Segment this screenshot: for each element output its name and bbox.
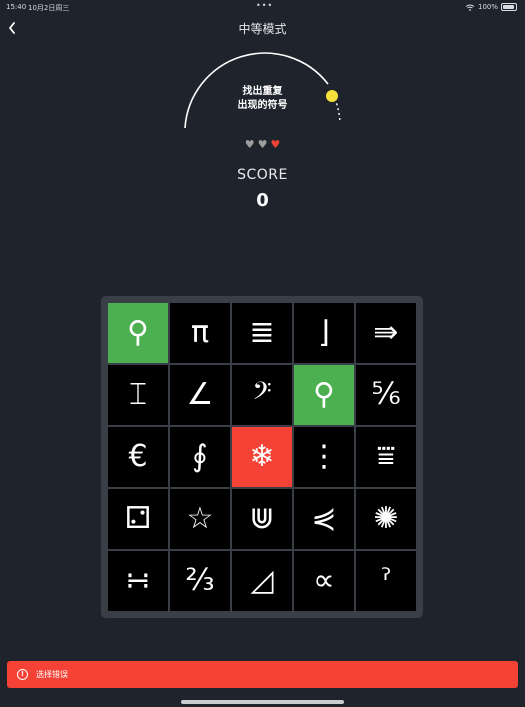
symbol-glyph: ✺ <box>373 501 399 536</box>
score-value: 0 <box>256 190 269 211</box>
error-banner: ! 选择错误 <box>7 661 518 688</box>
symbol-tile[interactable]: ◿ <box>232 551 292 611</box>
score-label: SCORE <box>237 167 288 183</box>
error-message: 选择错误 <box>36 670 68 679</box>
symbol-glyph: ⚁ <box>124 501 152 536</box>
symbol-glyph: 𝄢 <box>252 377 272 412</box>
symbol-tile[interactable]: ⅔ <box>170 551 230 611</box>
symbol-tile[interactable]: ⩸ <box>356 427 416 487</box>
symbol-glyph: ≣ <box>249 315 275 350</box>
symbol-glyph: ∮ <box>192 439 208 474</box>
symbol-glyph: ∠ <box>186 377 214 412</box>
timer-dot <box>326 90 338 102</box>
symbol-glyph: ⅚ <box>371 377 401 412</box>
symbol-board: ⚲ π ≣ ⌋ ⇛ ⌶ ∠ 𝄢 ⚲ ⅚ € ∮ ❄ ⋮ ⩸ ⚁ ☆ ⋓ ⋞ ✺ ∺ ⅔ ◿ ∝ ˀ <box>101 296 423 618</box>
symbol-glyph: ⇛ <box>373 315 399 350</box>
symbol-tile[interactable]: 𝄢 <box>232 365 292 425</box>
wifi-icon <box>465 4 475 11</box>
symbol-tile[interactable]: ⌶ <box>108 365 168 425</box>
heart-icon: ♥ <box>244 138 255 151</box>
symbol-glyph: ⅔ <box>185 563 215 598</box>
symbol-glyph: ∝ <box>313 563 335 598</box>
symbol-glyph: ◿ <box>250 563 274 598</box>
symbol-glyph: π <box>190 315 210 350</box>
symbol-tile[interactable]: ⚁ <box>108 489 168 549</box>
status-right: 100% <box>465 3 517 11</box>
symbol-tile[interactable]: ⅚ <box>356 365 416 425</box>
symbol-tile[interactable]: ∺ <box>108 551 168 611</box>
symbol-tile[interactable]: ⋓ <box>232 489 292 549</box>
page-title: 中等模式 <box>238 22 287 36</box>
symbol-tile[interactable]: ⌋ <box>294 303 354 363</box>
symbol-tile[interactable]: ⚲ <box>108 303 168 363</box>
multitask-dots[interactable]: ••• <box>256 1 273 10</box>
symbol-glyph: ⌋ <box>318 315 330 350</box>
symbol-glyph: ❄ <box>249 439 275 474</box>
status-date: 10月2日周三 <box>28 4 70 12</box>
symbol-grid: ⚲ π ≣ ⌋ ⇛ ⌶ ∠ 𝄢 ⚲ ⅚ € ∮ ❄ ⋮ ⩸ ⚁ ☆ ⋓ ⋞ ✺ ∺ ⅔ ◿ ∝ ˀ <box>108 303 416 611</box>
status-time: 15:40 <box>6 3 27 11</box>
prompt: 找出重复 出现的符号 <box>200 85 325 113</box>
heart-icon: ♥ <box>270 138 281 151</box>
symbol-tile[interactable]: ∝ <box>294 551 354 611</box>
symbol-glyph: ˀ <box>380 563 392 598</box>
lives: ♥ ♥ ♥ <box>0 139 525 151</box>
symbol-glyph: ⌶ <box>129 377 147 412</box>
symbol-tile[interactable]: ⇛ <box>356 303 416 363</box>
heart-icon: ♥ <box>257 138 268 151</box>
symbol-glyph: ∺ <box>125 563 151 598</box>
symbol-tile[interactable]: ˀ <box>356 551 416 611</box>
battery-percent: 100% <box>477 3 498 11</box>
battery-icon <box>501 3 517 11</box>
symbol-tile[interactable]: ☆ <box>170 489 230 549</box>
symbol-tile[interactable]: € <box>108 427 168 487</box>
symbol-tile[interactable]: ∠ <box>170 365 230 425</box>
symbol-tile[interactable]: ❄ <box>232 427 292 487</box>
symbol-tile[interactable]: ∮ <box>170 427 230 487</box>
symbol-glyph: ☆ <box>186 501 214 536</box>
symbol-glyph: ⚲ <box>313 377 335 412</box>
symbol-tile[interactable]: ⚲ <box>294 365 354 425</box>
symbol-glyph: ⚲ <box>127 315 149 350</box>
symbol-glyph: ⋞ <box>311 501 337 536</box>
prompt-line-1: 找出重复 <box>242 86 283 97</box>
status-bar: 15:40 10月2日周三 ••• 100% <box>0 0 525 14</box>
prompt-line-2: 出现的符号 <box>237 100 288 111</box>
symbol-glyph: ⋮ <box>309 439 339 474</box>
symbol-glyph: € <box>128 439 148 474</box>
symbol-tile[interactable]: ≣ <box>232 303 292 363</box>
symbol-tile[interactable]: ✺ <box>356 489 416 549</box>
symbol-glyph: ⩸ <box>376 439 396 474</box>
symbol-glyph: ⋓ <box>249 501 275 536</box>
symbol-tile[interactable]: ⋞ <box>294 489 354 549</box>
symbol-tile[interactable]: π <box>170 303 230 363</box>
symbol-tile[interactable]: ⋮ <box>294 427 354 487</box>
home-indicator[interactable] <box>181 700 344 704</box>
exclamation-circle-icon: ! <box>17 669 28 680</box>
